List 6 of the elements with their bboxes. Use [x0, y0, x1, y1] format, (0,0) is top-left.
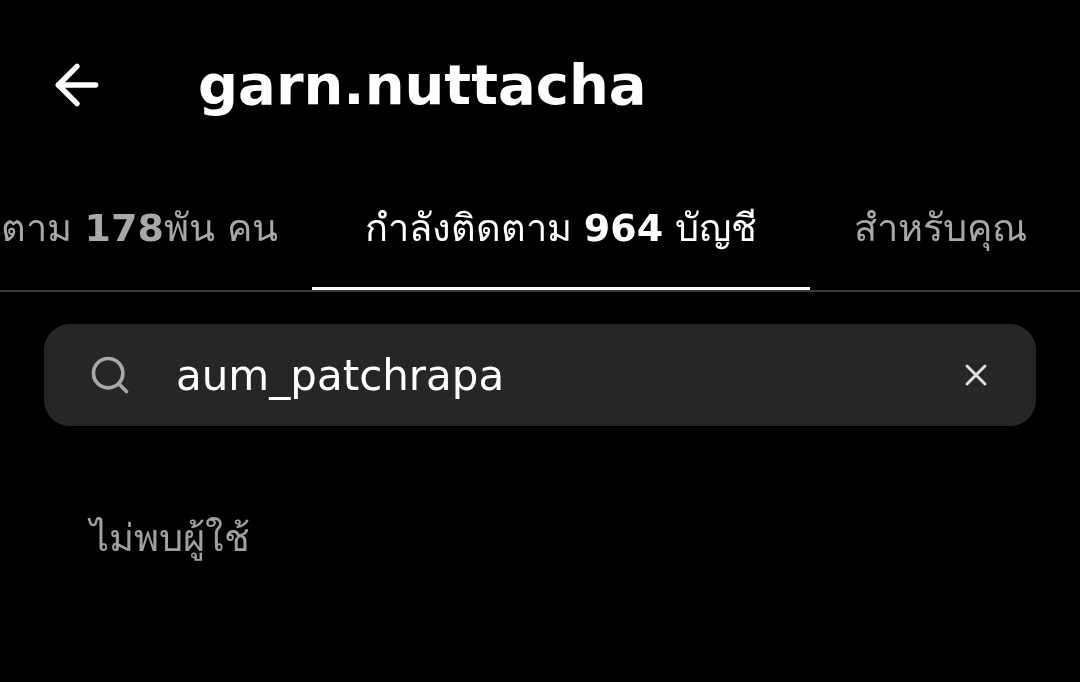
search-input[interactable]: aum_patchrapa	[176, 343, 956, 407]
search-field[interactable]: aum_patchrapa	[44, 324, 1036, 426]
profile-username: garn.nuttacha	[198, 51, 647, 119]
tab[interactable]: ตาม 178พัน คน	[0, 170, 312, 290]
tab[interactable]: กำลังติดตาม 964 บัญชี	[312, 170, 810, 290]
tab[interactable]: สำหรับคุณ	[810, 170, 1080, 290]
